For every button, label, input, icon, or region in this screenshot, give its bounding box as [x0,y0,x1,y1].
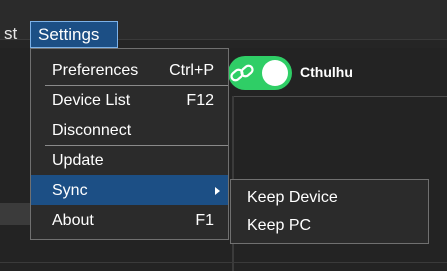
menu-item-label: Disconnect [52,122,132,139]
menu-item-label: Device List [52,92,131,109]
settings-dropdown: Preferences Ctrl+P Device List F12 Disco… [30,48,229,240]
sync-submenu: Keep Device Keep PC [230,179,429,244]
list-item[interactable] [0,203,32,225]
divider [0,262,447,263]
menu-item-label: Preferences [52,62,139,79]
link-icon [228,61,258,87]
menu-item-preferences[interactable]: Preferences Ctrl+P [31,55,228,85]
menu-item-update[interactable]: Update [31,145,228,175]
toggle-knob[interactable] [262,60,288,86]
menu-item-device-list[interactable]: Device List F12 [31,85,228,115]
submenu-item-keep-device[interactable]: Keep Device [231,185,428,211]
menu-item-shortcut: F1 [195,212,214,229]
menu-item-about[interactable]: About F1 [31,205,228,235]
pane-divider [232,96,447,97]
menu-item-disconnect[interactable]: Disconnect [31,115,228,145]
menu-item-shortcut: F12 [186,92,214,109]
menu-item-label: About [52,212,94,229]
menu-item-label: Update [52,152,104,169]
device-name: Cthulhu [300,64,353,80]
menu-item-shortcut: Ctrl+P [169,62,214,79]
submenu-item-label: Keep PC [247,217,312,234]
menu-settings[interactable]: Settings [30,21,118,48]
menu-list[interactable]: st [4,24,17,44]
menu-item-label: Sync [52,182,88,199]
submenu-item-label: Keep Device [247,189,338,206]
submenu-item-keep-pc[interactable]: Keep PC [231,213,428,239]
chevron-right-icon [215,187,220,195]
menu-item-sync[interactable]: Sync [31,175,228,205]
